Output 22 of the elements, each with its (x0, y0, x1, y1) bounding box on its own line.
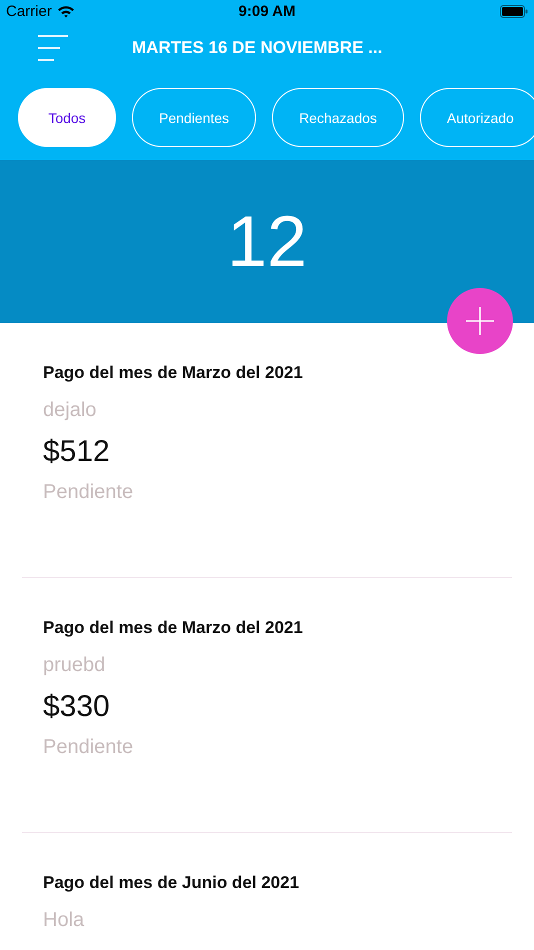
payment-title: Pago del mes de Marzo del 2021 (43, 617, 303, 639)
status-time: 9:09 AM (238, 2, 296, 20)
filter-tab[interactable]: Autorizado (420, 88, 534, 147)
filter-tab[interactable]: Todos (18, 88, 116, 147)
payment-title: Pago del mes de Junio del 2021 (43, 872, 300, 894)
date-title: MARTES 16 DE NOVIEMBRE ... (132, 38, 382, 58)
carrier-name: Carrier (6, 2, 52, 20)
payment-count: 12 (226, 200, 308, 282)
payment-status: Pendiente (43, 735, 134, 760)
wifi-icon (56, 4, 75, 18)
payment-description: dejalo (43, 398, 96, 423)
payment-status: Pendiente (43, 480, 134, 505)
plus-icon (465, 306, 495, 336)
payment-amount: $330 (43, 689, 110, 725)
payment-amount: $512 (43, 434, 110, 470)
filter-tab[interactable]: Pendientes (132, 88, 256, 147)
battery-icon (500, 4, 528, 18)
payment-description: pruebd (43, 653, 106, 678)
menu-icon[interactable] (36, 34, 68, 62)
payment-description: Hola (43, 908, 84, 933)
filter-tab[interactable]: Rechazados (272, 88, 404, 147)
payment-title: Pago del mes de Marzo del 2021 (43, 362, 303, 384)
